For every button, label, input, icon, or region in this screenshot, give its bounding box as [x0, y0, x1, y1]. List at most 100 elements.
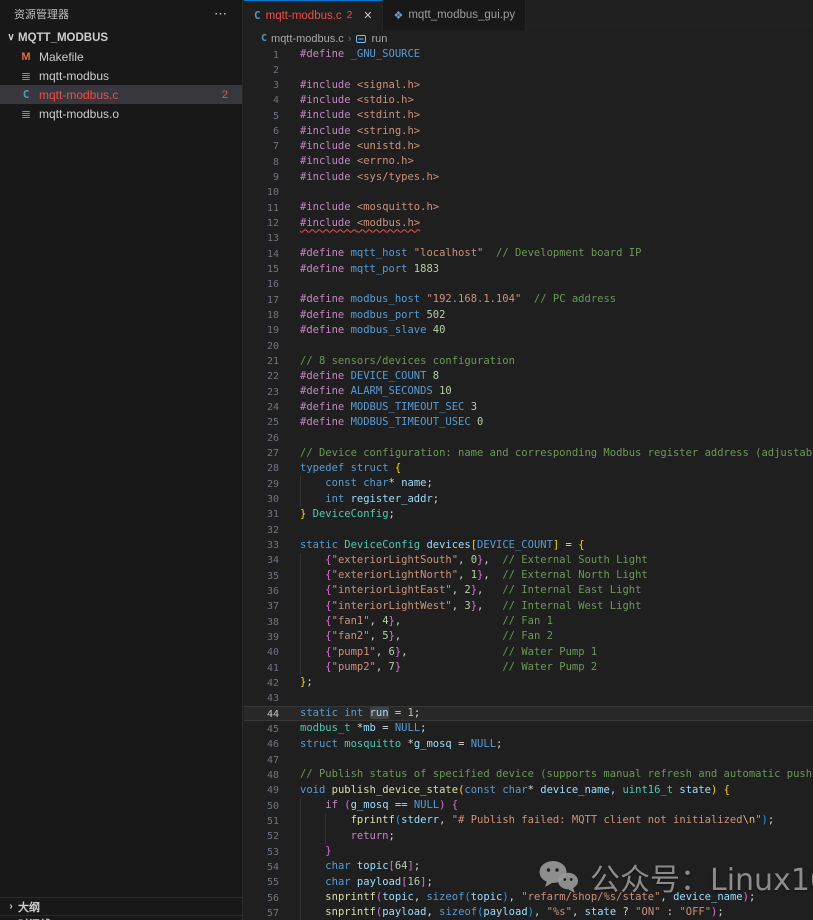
code-line-22[interactable]: 22#define DEVICE_COUNT 8 — [244, 369, 813, 384]
code-line-51[interactable]: 51 fprintf(stderr, "# Publish failed: MQ… — [244, 813, 813, 828]
code-line-17[interactable]: 17#define modbus_host "192.168.1.104" //… — [244, 292, 813, 307]
code-line-20[interactable]: 20 — [244, 338, 813, 353]
code-line-45[interactable]: 45modbus_t *mb = NULL; — [244, 721, 813, 736]
code-line-21[interactable]: 21// 8 sensors/devices configuration — [244, 354, 813, 369]
problems-badge: 2 — [222, 89, 228, 101]
code-line-33[interactable]: 33static DeviceConfig devices[DEVICE_COU… — [244, 538, 813, 553]
line-content — [279, 277, 813, 292]
sidebar-item-mqtt-modbus[interactable]: ≣mqtt-modbus — [0, 66, 242, 85]
code-line-11[interactable]: 11#include <mosquitto.h> — [244, 200, 813, 215]
timeline-section-header[interactable]: 时间线 — [0, 915, 242, 920]
sidebar-item-mqtt-modbus.o[interactable]: ≣mqtt-modbus.o — [0, 104, 242, 123]
code-line-42[interactable]: 42}; — [244, 675, 813, 690]
line-number: 14 — [244, 246, 279, 261]
editor-group: Cmqtt-modbus.c2✕❖mqtt_modbus_gui.py C mq… — [244, 0, 813, 920]
folder-label: MQTT_MODBUS — [18, 32, 108, 44]
code-line-34[interactable]: 34 {"exteriorLightSouth", 0}, // Externa… — [244, 553, 813, 568]
code-line-52[interactable]: 52 return; — [244, 829, 813, 844]
code-line-32[interactable]: 32 — [244, 522, 813, 537]
code-line-16[interactable]: 16 — [244, 277, 813, 292]
line-number: 24 — [244, 400, 279, 415]
breadcrumb: C mqtt-modbus.c › run — [244, 30, 813, 47]
code-line-47[interactable]: 47 — [244, 752, 813, 767]
line-number: 52 — [244, 829, 279, 844]
code-line-56[interactable]: 56 snprintf(topic, sizeof(topic), "refar… — [244, 890, 813, 905]
code-line-10[interactable]: 10 — [244, 185, 813, 200]
outline-section-header[interactable]: › 大纲 — [0, 897, 242, 915]
code-line-57[interactable]: 57 snprintf(payload, sizeof(payload), "%… — [244, 905, 813, 920]
line-content: return; — [279, 829, 813, 844]
code-line-7[interactable]: 7#include <unistd.h> — [244, 139, 813, 154]
code-line-55[interactable]: 55 char payload[16]; — [244, 875, 813, 890]
indent-guide — [300, 875, 301, 890]
line-number: 27 — [244, 446, 279, 461]
line-number: 55 — [244, 875, 279, 890]
line-content — [279, 430, 813, 445]
code-line-54[interactable]: 54 char topic[64]; — [244, 859, 813, 874]
line-number: 48 — [244, 767, 279, 782]
code-line-37[interactable]: 37 {"interiorLightWest", 3}, // Internal… — [244, 599, 813, 614]
code-line-6[interactable]: 6#include <string.h> — [244, 124, 813, 139]
line-number: 30 — [244, 492, 279, 507]
explorer-more-actions-icon[interactable]: ⋯ — [214, 6, 228, 22]
code-line-9[interactable]: 9#include <sys/types.h> — [244, 170, 813, 185]
code-line-5[interactable]: 5#include <stdint.h> — [244, 108, 813, 123]
code-line-26[interactable]: 26 — [244, 430, 813, 445]
line-content: #include <modbus.h> — [279, 216, 813, 231]
code-line-43[interactable]: 43 — [244, 691, 813, 706]
code-line-1[interactable]: 1#define _GNU_SOURCE — [244, 47, 813, 62]
line-number: 57 — [244, 905, 279, 920]
breadcrumb-file[interactable]: mqtt-modbus.c — [271, 33, 344, 45]
code-line-4[interactable]: 4#include <stdio.h> — [244, 93, 813, 108]
code-line-23[interactable]: 23#define ALARM_SECONDS 10 — [244, 384, 813, 399]
code-line-31[interactable]: 31} DeviceConfig; — [244, 507, 813, 522]
code-line-29[interactable]: 29 const char* name; — [244, 476, 813, 491]
line-content: #include <signal.h> — [279, 78, 813, 93]
code-line-28[interactable]: 28typedef struct { — [244, 461, 813, 476]
code-line-12[interactable]: 12#include <modbus.h> — [244, 216, 813, 231]
line-number: 37 — [244, 599, 279, 614]
code-line-14[interactable]: 14#define mqtt_host "localhost" // Devel… — [244, 246, 813, 261]
tab-mqtt_modbus_gui.py[interactable]: ❖mqtt_modbus_gui.py — [383, 0, 526, 30]
code-line-25[interactable]: 25#define MODBUS_TIMEOUT_USEC 0 — [244, 415, 813, 430]
line-content: #define modbus_port 502 — [279, 308, 813, 323]
code-line-41[interactable]: 41 {"pump2", 7} // Water Pump 2 — [244, 660, 813, 675]
code-line-18[interactable]: 18#define modbus_port 502 — [244, 308, 813, 323]
code-line-36[interactable]: 36 {"interiorLightEast", 2}, // Internal… — [244, 583, 813, 598]
code-line-38[interactable]: 38 {"fan1", 4}, // Fan 1 — [244, 614, 813, 629]
breadcrumb-symbol[interactable]: run — [371, 33, 387, 45]
code-line-19[interactable]: 19#define modbus_slave 40 — [244, 323, 813, 338]
sidebar-item-Makefile[interactable]: MMakefile — [0, 47, 242, 66]
code-line-3[interactable]: 3#include <signal.h> — [244, 78, 813, 93]
code-line-49[interactable]: 49void publish_device_state(const char* … — [244, 783, 813, 798]
code-line-46[interactable]: 46struct mosquitto *g_mosq = NULL; — [244, 737, 813, 752]
code-line-48[interactable]: 48// Publish status of specified device … — [244, 767, 813, 782]
line-number: 10 — [244, 185, 279, 200]
code-line-15[interactable]: 15#define mqtt_port 1883 — [244, 262, 813, 277]
code-line-53[interactable]: 53 } — [244, 844, 813, 859]
line-content: struct mosquitto *g_mosq = NULL; — [279, 737, 813, 752]
code-line-40[interactable]: 40 {"pump1", 6}, // Water Pump 1 — [244, 645, 813, 660]
line-number: 46 — [244, 737, 279, 752]
code-line-30[interactable]: 30 int register_addr; — [244, 492, 813, 507]
line-content: }; — [279, 675, 813, 690]
code-line-2[interactable]: 2 — [244, 62, 813, 77]
code-line-8[interactable]: 8#include <errno.h> — [244, 154, 813, 169]
sidebar-item-mqtt-modbus.c[interactable]: Cmqtt-modbus.c2 — [0, 85, 242, 104]
folder-mqtt-modbus[interactable]: ∨ MQTT_MODBUS — [0, 28, 242, 47]
line-content: {"exteriorLightSouth", 0}, // External S… — [279, 553, 813, 568]
close-icon[interactable]: ✕ — [363, 9, 372, 22]
code-line-13[interactable]: 13 — [244, 231, 813, 246]
code-line-50[interactable]: 50 if (g_mosq == NULL) { — [244, 798, 813, 813]
chevron-down-icon: ∨ — [4, 32, 18, 43]
code-line-44[interactable]: 44static int run = 1; — [244, 706, 813, 721]
indent-guide — [300, 829, 301, 844]
tab-mqtt-modbus.c[interactable]: Cmqtt-modbus.c2✕ — [244, 0, 383, 30]
code-editor[interactable]: 1#define _GNU_SOURCE23#include <signal.h… — [244, 47, 813, 920]
line-number: 38 — [244, 614, 279, 629]
line-content — [279, 752, 813, 767]
code-line-39[interactable]: 39 {"fan2", 5}, // Fan 2 — [244, 629, 813, 644]
code-line-27[interactable]: 27// Device configuration: name and corr… — [244, 446, 813, 461]
code-line-24[interactable]: 24#define MODBUS_TIMEOUT_SEC 3 — [244, 400, 813, 415]
code-line-35[interactable]: 35 {"exteriorLightNorth", 1}, // Externa… — [244, 568, 813, 583]
